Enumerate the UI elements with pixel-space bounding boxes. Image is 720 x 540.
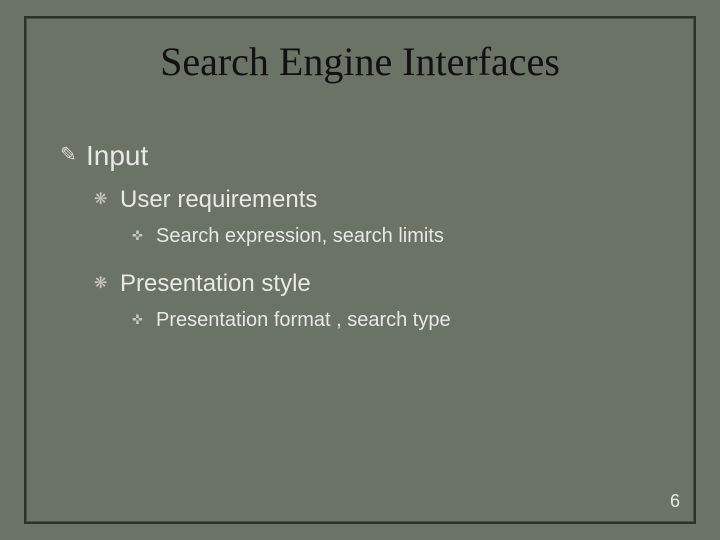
list-item: ❋ Presentation style xyxy=(94,270,680,298)
list-item-label: Input xyxy=(86,140,148,172)
list-item: ✎ Input xyxy=(60,140,680,172)
list-item-label: Presentation style xyxy=(120,270,311,298)
asterisk-icon: ❋ xyxy=(94,270,120,298)
list-item: ✜ Search expression, search limits xyxy=(132,224,680,248)
slide-title: Search Engine Interfaces xyxy=(0,38,720,85)
cross-icon: ✜ xyxy=(132,224,156,248)
pencil-icon: ✎ xyxy=(60,140,86,170)
slide-body: ✎ Input ❋ User requirements ✜ Search exp… xyxy=(60,140,680,354)
list-item: ❋ User requirements xyxy=(94,186,680,214)
list-item-label: Presentation format , search type xyxy=(156,308,451,332)
cross-icon: ✜ xyxy=(132,308,156,332)
page-number: 6 xyxy=(670,491,680,512)
list-item-label: User requirements xyxy=(120,186,317,214)
list-item-label: Search expression, search limits xyxy=(156,224,444,248)
list-item: ✜ Presentation format , search type xyxy=(132,308,680,332)
asterisk-icon: ❋ xyxy=(94,186,120,214)
